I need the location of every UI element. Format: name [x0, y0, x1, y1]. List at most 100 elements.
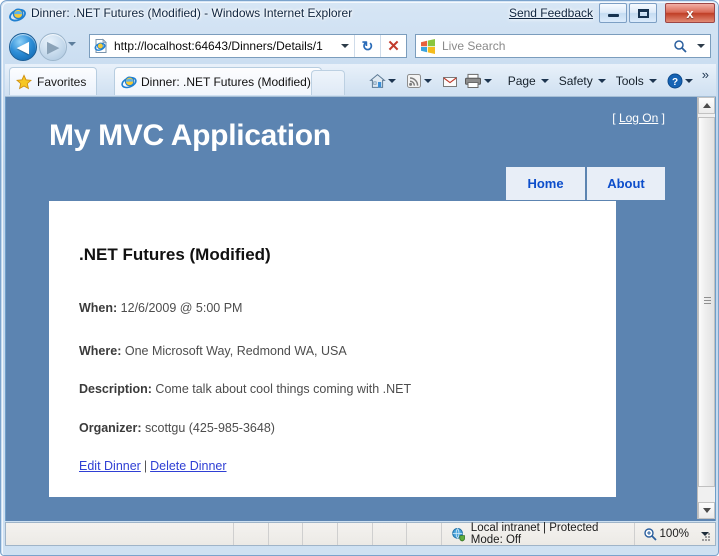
tools-chevron-down-icon — [649, 79, 657, 83]
arrow-down-icon — [703, 508, 711, 513]
site-navigation: Home About — [506, 167, 665, 200]
read-mail-button[interactable] — [439, 69, 461, 93]
field-description: Description: Come talk about cool things… — [79, 382, 411, 396]
stop-button[interactable]: ✕ — [380, 35, 406, 57]
scroll-down-button[interactable] — [698, 502, 715, 519]
status-bar: Local intranet | Protected Mode: Off 100… — [5, 522, 716, 546]
windows-logo-icon — [420, 39, 436, 54]
home-chevron-down-icon[interactable] — [388, 79, 396, 83]
printer-icon — [464, 73, 482, 89]
search-placeholder-text: Live Search — [442, 39, 668, 53]
search-input[interactable]: Live Search — [415, 34, 711, 58]
browser-viewport: My MVC Application [ Log On ] Home About… — [5, 97, 716, 521]
page-icon — [93, 38, 109, 54]
scrollbar-thumb[interactable] — [698, 117, 715, 487]
page-menu-label: Page — [508, 74, 536, 88]
log-on-link[interactable]: Log On — [619, 111, 658, 125]
status-cell — [407, 523, 442, 545]
field-when-value: 12/6/2009 @ 5:00 PM — [121, 301, 243, 315]
stop-icon: ✕ — [387, 37, 400, 55]
content-card: .NET Futures (Modified) When: 12/6/2009 … — [49, 201, 616, 497]
back-button[interactable]: ◀ — [9, 33, 37, 61]
nav-item-home[interactable]: Home — [506, 167, 587, 200]
mail-icon — [442, 75, 458, 88]
page-title: My MVC Application — [49, 119, 331, 153]
field-where-value: One Microsoft Way, Redmond WA, USA — [125, 344, 347, 358]
status-cell — [234, 523, 269, 545]
arrow-up-icon — [703, 103, 711, 108]
svg-text:?: ? — [672, 77, 678, 88]
chevron-down-glyph — [697, 44, 705, 48]
print-chevron-down-icon[interactable] — [484, 79, 492, 83]
help-menu-button[interactable]: ? — [664, 69, 700, 93]
field-where-label: Where: — [79, 344, 121, 358]
tools-menu-button[interactable]: Tools — [613, 69, 664, 93]
field-where: Where: One Microsoft Way, Redmond WA, US… — [79, 344, 347, 358]
address-bar-row: ◀ ▶ http://localhost:64643/Dinners/Detai… — [1, 30, 719, 63]
field-organizer: Organizer: scottgu (425-985-3648) — [79, 421, 275, 435]
search-provider-chevron-down-icon[interactable] — [692, 44, 710, 48]
address-input[interactable]: http://localhost:64643/Dinners/Details/1… — [89, 34, 407, 58]
address-dropdown-chevron-down-icon[interactable] — [336, 35, 354, 57]
title-bar: Dinner: .NET Futures (Modified) - Window… — [1, 1, 719, 29]
favorites-button[interactable]: Favorites — [9, 67, 97, 95]
help-chevron-down-icon — [685, 79, 693, 83]
new-tab-button[interactable] — [311, 70, 345, 95]
vertical-scrollbar[interactable] — [697, 97, 715, 519]
help-icon: ? — [667, 73, 683, 89]
web-page: My MVC Application [ Log On ] Home About… — [6, 97, 698, 521]
send-feedback-link[interactable]: Send Feedback — [509, 6, 593, 20]
search-go-button[interactable] — [668, 39, 692, 53]
back-arrow-icon: ◀ — [10, 34, 36, 60]
action-separator: | — [141, 459, 150, 473]
status-cell — [303, 523, 338, 545]
delete-dinner-link[interactable]: Delete Dinner — [150, 459, 226, 473]
feeds-chevron-down-icon[interactable] — [424, 79, 432, 83]
forward-arrow-icon: ▶ — [40, 34, 66, 60]
recent-pages-chevron-down-icon[interactable] — [68, 42, 76, 46]
field-when: When: 12/6/2009 @ 5:00 PM — [79, 301, 242, 315]
nav-item-about[interactable]: About — [587, 167, 665, 200]
command-bar: Page Safety Tools ? » — [366, 67, 712, 95]
browser-tab-label: Dinner: .NET Futures (Modified) — [141, 75, 311, 89]
home-icon — [369, 73, 386, 89]
print-button[interactable] — [461, 69, 499, 93]
safety-menu-button[interactable]: Safety — [556, 69, 613, 93]
safety-chevron-down-icon — [598, 79, 606, 83]
field-organizer-label: Organizer: — [79, 421, 142, 435]
field-description-value: Come talk about cool things coming with … — [155, 382, 411, 396]
scrollbar-grip-icon — [704, 297, 711, 307]
minimize-button[interactable] — [599, 3, 627, 23]
internet-explorer-icon — [121, 74, 137, 90]
tab-bar: Favorites Dinner: .NET Futures (Modified… — [5, 64, 716, 97]
security-zone-indicator[interactable]: Local intranet | Protected Mode: Off — [442, 523, 634, 545]
refresh-icon: ↻ — [362, 38, 374, 55]
forward-button[interactable]: ▶ — [39, 33, 67, 61]
home-button[interactable] — [366, 69, 403, 93]
chevron-down-glyph — [341, 44, 349, 48]
maximize-button[interactable] — [629, 3, 657, 23]
field-when-label: When: — [79, 301, 117, 315]
refresh-button[interactable]: ↻ — [354, 35, 380, 57]
dinner-title: .NET Futures (Modified) — [79, 245, 271, 265]
command-overflow-button[interactable]: » — [700, 67, 712, 82]
window-title: Dinner: .NET Futures (Modified) - Window… — [31, 6, 352, 20]
security-zone-text: Local intranet | Protected Mode: Off — [471, 522, 634, 546]
browser-tab[interactable]: Dinner: .NET Futures (Modified) — [114, 67, 322, 95]
globe-shield-icon — [451, 527, 466, 542]
edit-dinner-link[interactable]: Edit Dinner — [79, 459, 141, 473]
star-icon — [16, 74, 32, 90]
bracket-close: ] — [662, 111, 665, 125]
address-url-text: http://localhost:64643/Dinners/Details/1 — [114, 39, 336, 53]
scroll-up-button[interactable] — [698, 97, 715, 114]
feeds-button[interactable] — [403, 69, 439, 93]
close-button[interactable]: x — [665, 3, 715, 23]
page-menu-button[interactable]: Page — [505, 69, 556, 93]
page-chevron-down-icon — [541, 79, 549, 83]
tools-menu-label: Tools — [616, 74, 644, 88]
minimize-icon — [608, 14, 619, 17]
zoom-level-text: 100% — [660, 528, 689, 540]
favorites-label: Favorites — [37, 75, 86, 89]
resize-grip-icon[interactable] — [700, 531, 712, 543]
status-cell — [269, 523, 304, 545]
